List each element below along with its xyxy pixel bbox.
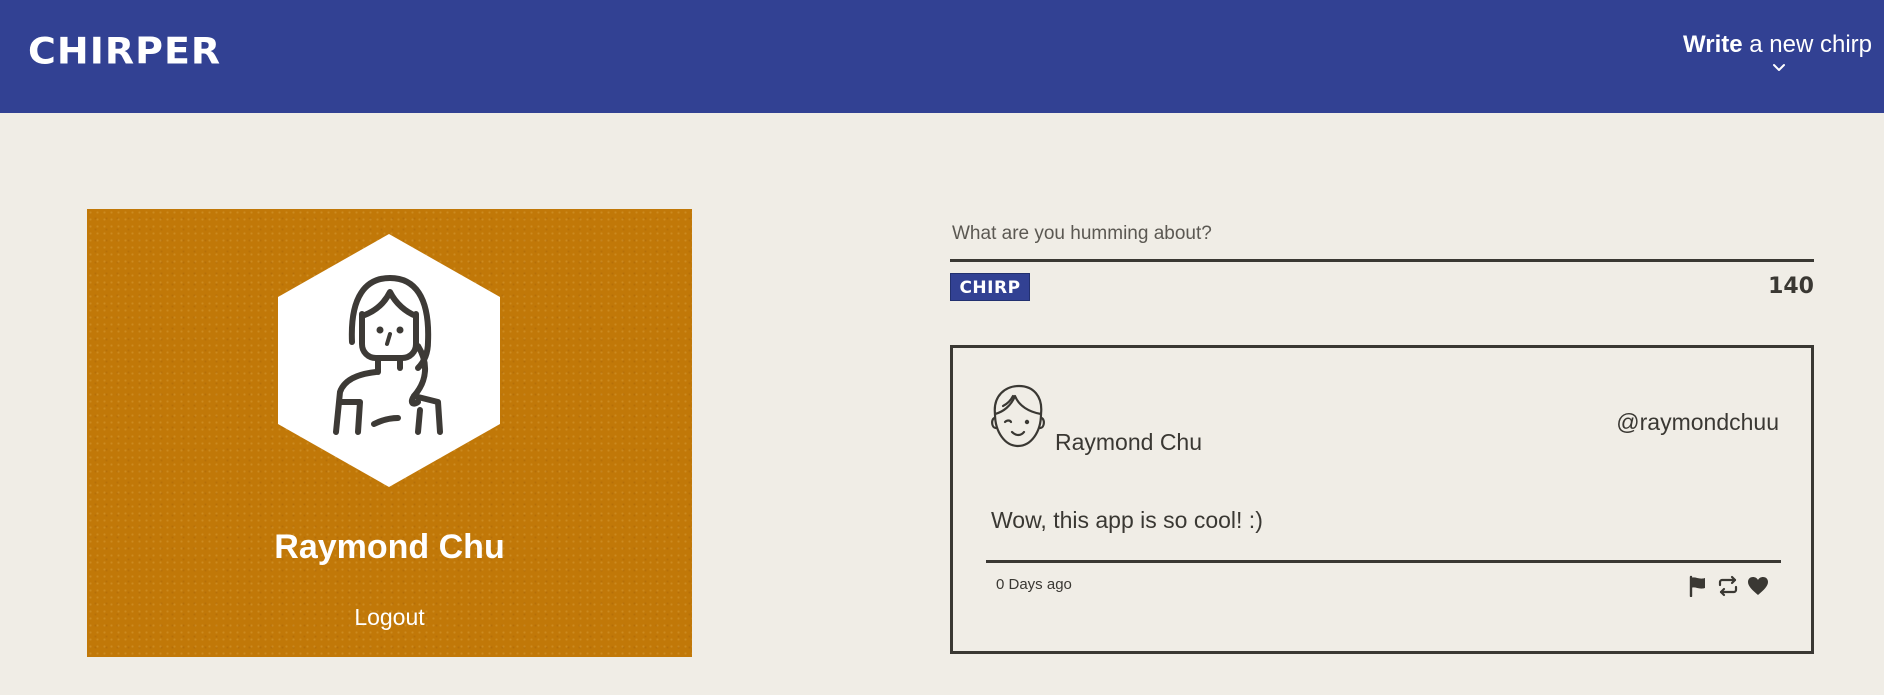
app-logo[interactable]: CHIRPER: [28, 29, 221, 73]
chirp-submit-button[interactable]: CHIRP: [950, 273, 1030, 301]
chirp-author-name[interactable]: Raymond Chu: [1055, 428, 1202, 456]
chirp-timestamp: 0 Days ago: [996, 576, 1072, 593]
write-new-chirp-label: Write a new chirp: [1683, 31, 1872, 58]
top-nav-bar: CHIRPER Write a new chirp: [0, 0, 1884, 113]
chirp-author-handle[interactable]: @raymondchuu: [1616, 408, 1779, 436]
chirp-body-text: Wow, this app is so cool! :): [991, 507, 1263, 533]
chirp-divider: [986, 560, 1781, 563]
logout-link[interactable]: Logout: [87, 602, 692, 632]
chirp-actions: [1687, 574, 1769, 598]
rechirp-icon[interactable]: [1717, 575, 1739, 597]
profile-avatar: [278, 234, 500, 487]
chevron-down-icon: [1773, 64, 1785, 71]
flag-icon[interactable]: [1687, 575, 1709, 597]
profile-card: Raymond Chu Logout: [87, 209, 692, 657]
write-new-chirp-button[interactable]: Write a new chirp: [1672, 30, 1872, 71]
chirp-input[interactable]: [950, 208, 1814, 262]
chirp-card: Raymond Chu @raymondchuu Wow, this app i…: [950, 345, 1814, 654]
man-avatar-icon: [991, 384, 1045, 448]
profile-name: Raymond Chu: [274, 528, 505, 566]
heart-icon[interactable]: [1747, 575, 1769, 597]
character-counter: 140: [1768, 274, 1814, 299]
